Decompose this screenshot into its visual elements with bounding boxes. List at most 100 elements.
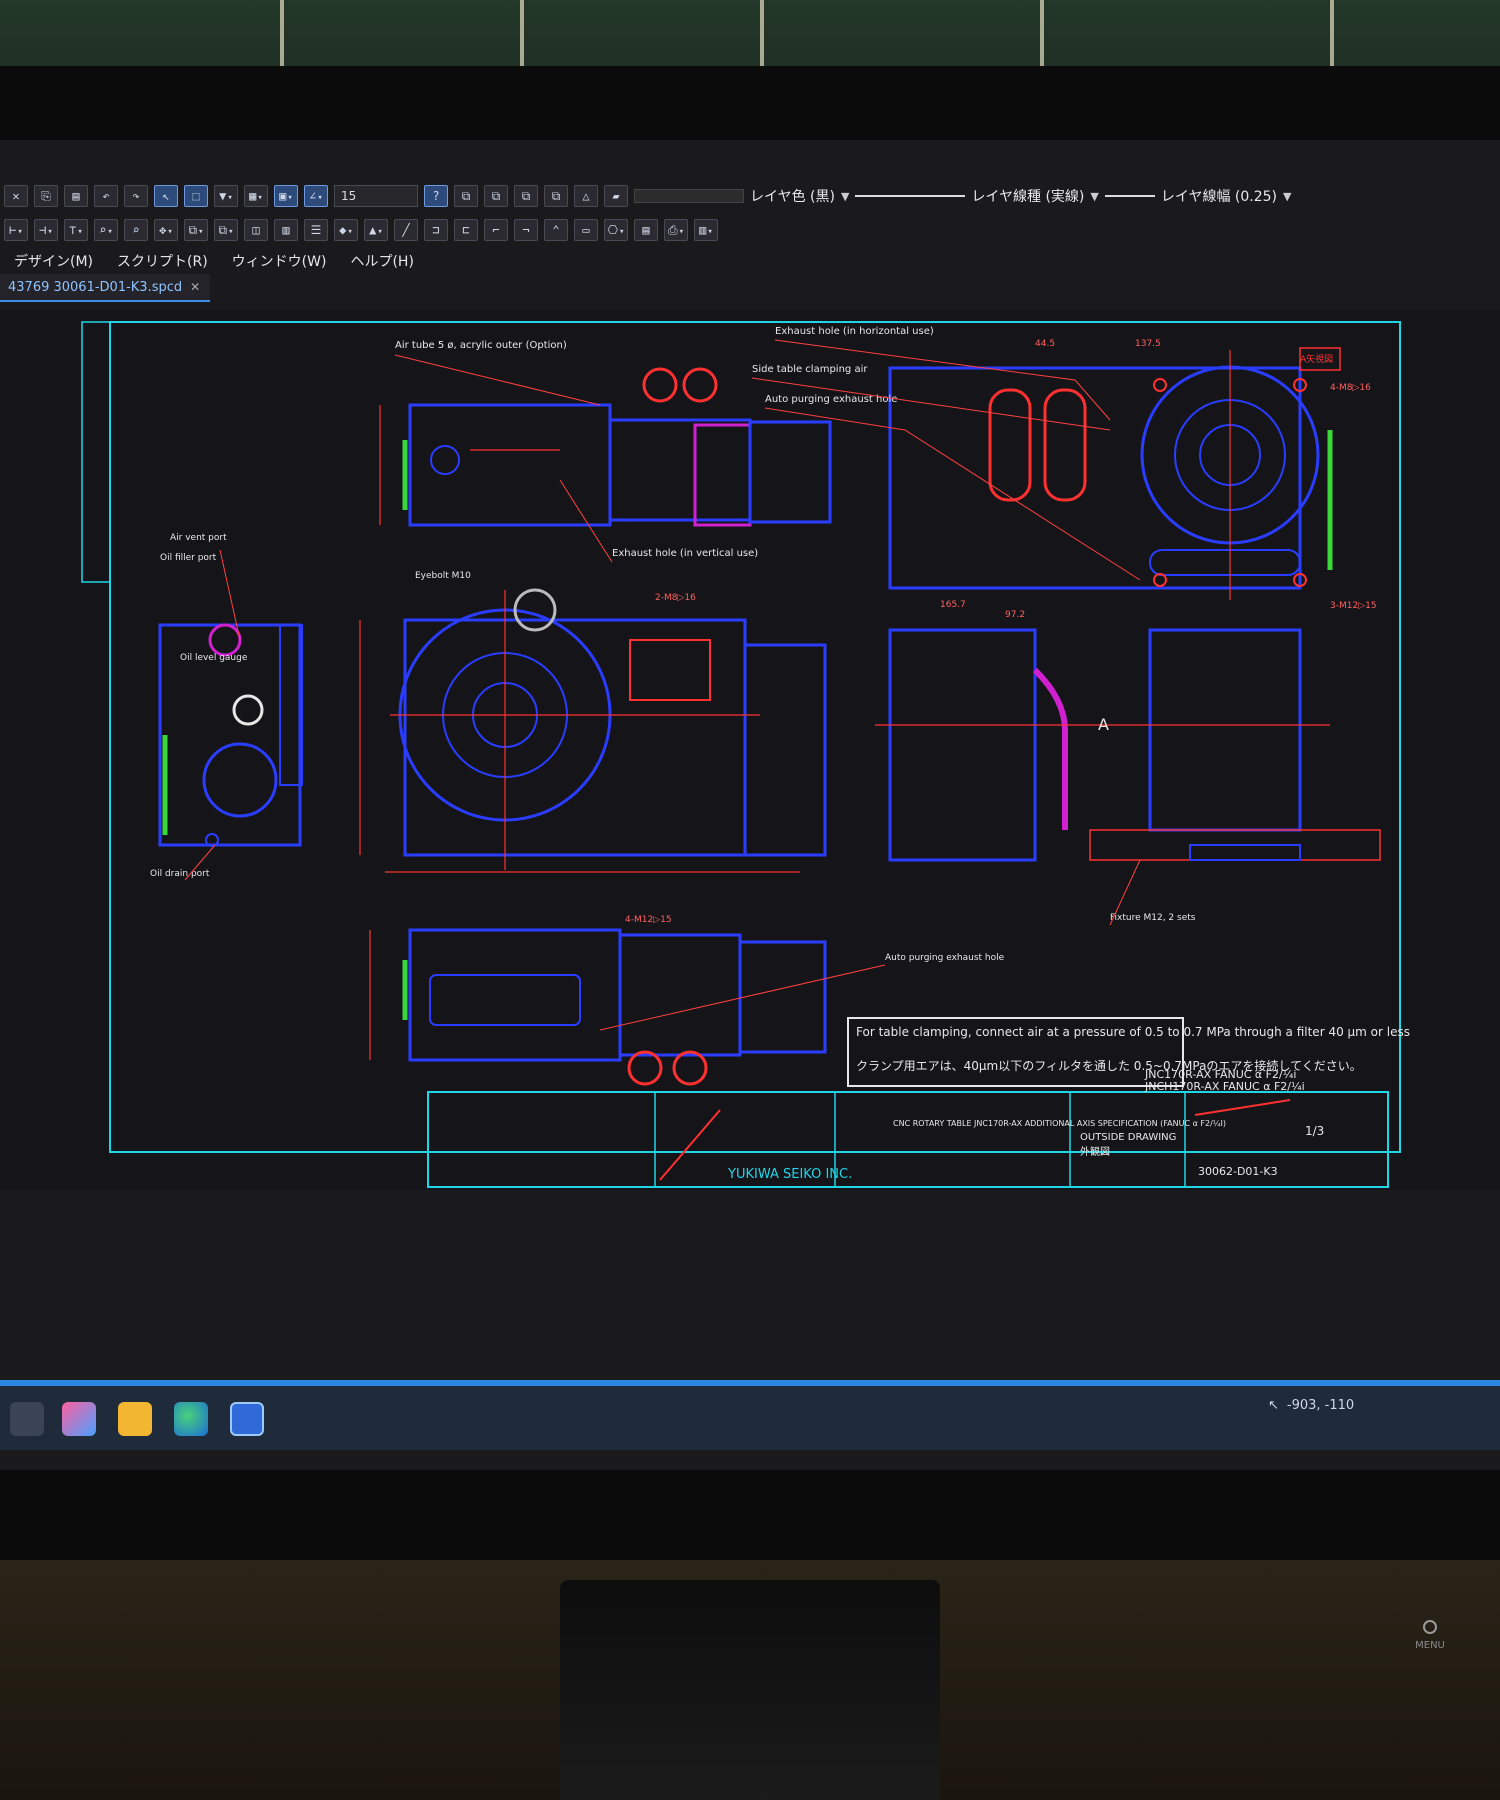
fill-icon[interactable]: ◆ — [334, 219, 358, 241]
mirror-icon[interactable]: ◫ — [244, 219, 268, 241]
task-view-icon[interactable] — [10, 1402, 44, 1436]
close-icon[interactable]: ✕ — [190, 280, 200, 294]
company-name: YUKIWA SEIKO INC. — [727, 1167, 852, 1182]
monitor-stand — [560, 1580, 940, 1800]
layer-color-select[interactable]: レイヤ色 (黒) ▼ — [634, 185, 849, 207]
paste-icon[interactable]: ▤ — [64, 185, 88, 207]
menu-window[interactable]: ウィンドウ(W) — [232, 251, 327, 271]
leader-lines — [184, 339, 1141, 1031]
note-air-tube: Air tube 5 ø, acrylic outer (Option) — [395, 340, 567, 351]
view-5-icon[interactable]: △ — [574, 185, 598, 207]
file-explorer-icon[interactable] — [118, 1402, 152, 1436]
copy-icon[interactable]: ⎘ — [34, 185, 58, 207]
side-view-top-left — [379, 367, 832, 527]
arrow-up-left-icon: ↖ — [1268, 1398, 1279, 1413]
lineweight-preview — [1104, 195, 1155, 197]
drawing-type: OUTSIDE DRAWING — [1080, 1132, 1176, 1143]
layer-lineweight-select[interactable]: レイヤ線幅 (0.25) ▼ — [1104, 185, 1292, 207]
layer-linetype-select[interactable]: レイヤ線種 (実線) ▼ — [855, 185, 1099, 207]
corner-icon[interactable]: ⌐ — [484, 219, 508, 241]
note-oil-filler: Oil filler port — [160, 553, 217, 563]
measure-icon[interactable]: ⎔ — [604, 219, 628, 241]
corner-2-icon[interactable]: ¬ — [514, 219, 538, 241]
dim-4-m8: 4-M8▷16 — [1330, 383, 1371, 393]
note-auto-purging-bottom: Auto purging exhaust hole — [885, 953, 1005, 963]
grid-icon[interactable]: ▦ — [244, 185, 268, 207]
zoom-window-icon[interactable]: ⌕ — [124, 219, 148, 241]
monitor-menu-label: MENU — [1415, 1640, 1445, 1651]
dimension-icon[interactable]: ⊢ — [4, 219, 28, 241]
cad-app-icon[interactable] — [230, 1402, 264, 1436]
undo-icon[interactable]: ↶ — [94, 185, 118, 207]
rectangle-icon[interactable]: ▭ — [574, 219, 598, 241]
monitor-menu-button[interactable]: MENU — [1395, 1620, 1465, 1651]
move-object-icon[interactable]: ⧉ — [214, 219, 238, 241]
dimension-3-icon[interactable]: ⊤ — [64, 219, 88, 241]
dim-2-m8: 2-M8▷16 — [655, 593, 696, 603]
plan-view-bottom — [369, 928, 827, 1086]
note-auto-purging: Auto purging exhaust hole — [765, 394, 897, 405]
text-size-field[interactable]: 15 — [334, 185, 418, 207]
view-4-icon[interactable]: ⧉ — [544, 185, 568, 207]
note-fixture: Fixture M12, 2 sets — [1110, 913, 1196, 923]
menu-help[interactable]: ヘルプ(H) — [350, 251, 413, 271]
dim-165-7: 165.7 — [940, 600, 966, 610]
drawing-type-jp: 外観図 — [1080, 1145, 1110, 1158]
select-pointer-icon[interactable]: ↖ — [154, 185, 178, 207]
zoom-icon[interactable]: ⌕ — [94, 219, 118, 241]
power-icon — [1423, 1620, 1437, 1634]
dimension-2-icon[interactable]: ⊣ — [34, 219, 58, 241]
drawing-canvas[interactable]: For table clamping, connect air at a pre… — [0, 310, 1500, 1190]
toolbar-draw: ⊢ ⊣ ⊤ ⌕ ⌕ ✥ ⧉ ⧉ ◫ ▥ ☰ ◆ ▲ ╱ ⊐ ⊏ ⌐ ¬ ⌃ ▭ … — [0, 214, 718, 246]
monitor-screen: ✕ ⎘ ▤ ↶ ↷ ↖ ⬚ ▼ ▦ ▣ ∠ 15 ? ⧉ ⧉ ⧉ ⧉ △ ▰ レ… — [0, 140, 1500, 1470]
cut-icon[interactable]: ✕ — [4, 185, 28, 207]
menu-script[interactable]: スクリプト(R) — [117, 251, 208, 271]
copy-object-icon[interactable]: ⧉ — [184, 219, 208, 241]
properties-icon[interactable]: ▤ — [634, 219, 658, 241]
text-angle-icon[interactable]: ∠ — [304, 185, 328, 207]
note-oil-gauge: Oil level gauge — [180, 653, 248, 663]
windows-taskbar — [0, 1380, 1500, 1450]
chevron-down-icon: ▼ — [1283, 189, 1292, 203]
toolbar-main: ✕ ⎘ ▤ ↶ ↷ ↖ ⬚ ▼ ▦ ▣ ∠ 15 ? ⧉ ⧉ ⧉ ⧉ △ ▰ レ… — [0, 180, 1291, 212]
help-icon[interactable]: ? — [424, 185, 448, 207]
cursor-coordinates: ↖ -903, -110 — [1268, 1398, 1354, 1413]
sheet-number: 1/3 — [1305, 1124, 1324, 1138]
filter-icon[interactable]: ▼ — [214, 185, 238, 207]
print-icon[interactable]: ⎙ — [664, 219, 688, 241]
select-window-icon[interactable]: ⬚ — [184, 185, 208, 207]
note-exhaust-vertical: Exhaust hole (in vertical use) — [612, 548, 758, 559]
dim-4-m12: 4-M12▷15 — [625, 915, 672, 925]
list-icon[interactable]: ☰ — [304, 219, 328, 241]
view-2-icon[interactable]: ⧉ — [484, 185, 508, 207]
view-3-icon[interactable]: ⧉ — [514, 185, 538, 207]
redo-icon[interactable]: ↷ — [124, 185, 148, 207]
model-line-2: JNCH170R-AX FANUC α F2/¼i — [1144, 1080, 1305, 1093]
chamfer-icon[interactable]: ⌃ — [544, 219, 568, 241]
document-tab[interactable]: 43769 30061-D01-K3.spcd ✕ — [0, 274, 211, 302]
view-1-icon[interactable]: ⧉ — [454, 185, 478, 207]
pan-icon[interactable]: ✥ — [154, 219, 178, 241]
hatch-icon[interactable]: ▲ — [364, 219, 388, 241]
trim-icon[interactable]: ⊐ — [424, 219, 448, 241]
right-views — [875, 628, 1381, 862]
edge-icon[interactable] — [174, 1402, 208, 1436]
dim-3-m12: 3-M12▷15 — [1330, 601, 1377, 611]
dim-97-2: 97.2 — [1005, 610, 1025, 620]
extend-icon[interactable]: ⊏ — [454, 219, 478, 241]
note-oil-drain: Oil drain port — [150, 869, 210, 879]
line-icon[interactable]: ╱ — [394, 219, 418, 241]
chevron-down-icon: ▼ — [840, 189, 850, 203]
note-air-vent: Air vent port — [170, 533, 227, 543]
view-6-icon[interactable]: ▰ — [604, 185, 628, 207]
end-view-top-right — [888, 347, 1341, 600]
array-icon[interactable]: ▥ — [274, 219, 298, 241]
chevron-down-icon: ▼ — [1090, 189, 1099, 203]
product-title: CNC ROTARY TABLE JNC170R-AX ADDITIONAL A… — [893, 1119, 1226, 1128]
layer-manager-icon[interactable]: ▥ — [694, 219, 718, 241]
coordinates-value: -903, -110 — [1286, 1398, 1355, 1413]
front-view-main — [359, 588, 827, 873]
menu-design[interactable]: デザイン(M) — [14, 251, 93, 271]
layer-icon[interactable]: ▣ — [274, 185, 298, 207]
copilot-icon[interactable] — [62, 1402, 96, 1436]
